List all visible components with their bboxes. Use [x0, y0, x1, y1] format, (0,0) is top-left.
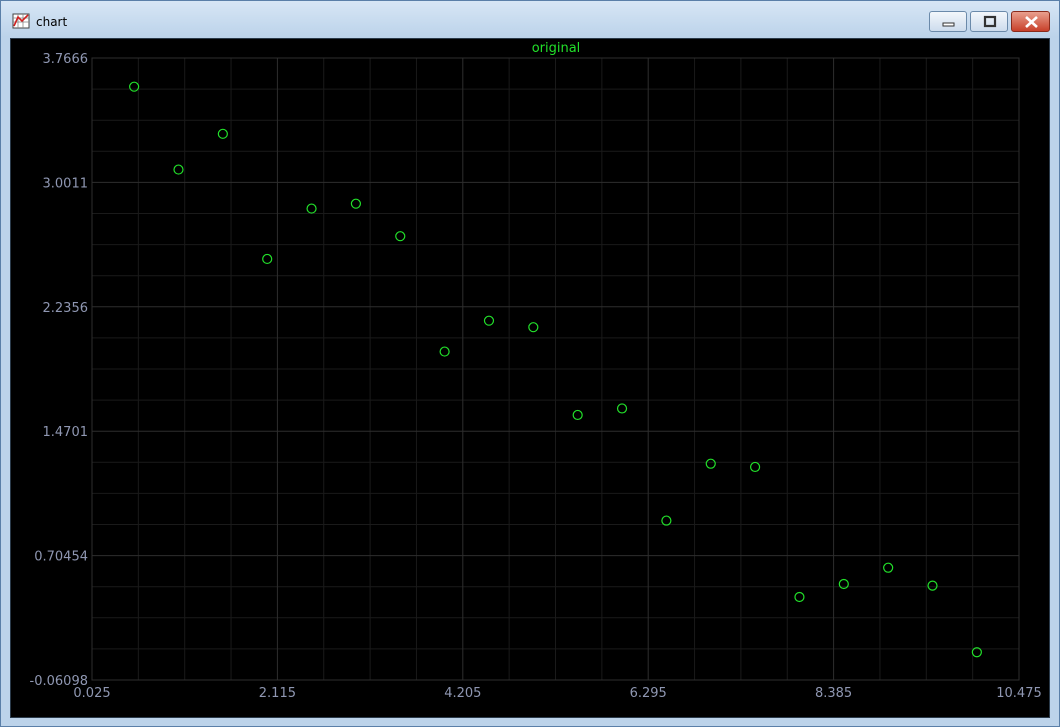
window-title: chart: [36, 15, 68, 29]
y-tick-label: 2.2356: [43, 301, 89, 316]
data-point: [350, 198, 362, 209]
x-tick-label: 8.385: [815, 686, 852, 701]
y-tick-label: 3.7666: [43, 52, 89, 67]
data-point: [927, 580, 938, 591]
chart-window: chart original 0.025 2.115 4.205 6.295 8.385…: [0, 0, 1060, 727]
y-axis-ticks: 3.7666 3.0011 2.2356 1.4701 0.70454 -0.06098: [30, 52, 88, 689]
data-point: [661, 515, 672, 526]
data-point: [173, 164, 184, 175]
data-point: [528, 322, 539, 333]
x-axis-ticks: 0.025 2.115 4.205 6.295 8.385 10.475: [73, 686, 1041, 701]
data-point: [794, 591, 805, 603]
data-point: [217, 128, 228, 139]
data-point: [395, 231, 406, 242]
close-button[interactable]: [1011, 11, 1050, 32]
scatter-plot: original 0.025 2.115 4.205 6.295 8.385 10.475…: [30, 41, 1042, 701]
maximize-icon: [983, 15, 997, 28]
x-tick-label: 6.295: [630, 686, 667, 701]
x-tick-label: 10.475: [996, 686, 1042, 701]
x-tick-label: 4.205: [444, 686, 481, 701]
chart-app-icon: [12, 13, 30, 29]
data-point: [306, 203, 317, 214]
close-icon: [1025, 16, 1038, 28]
maximize-button[interactable]: [970, 11, 1008, 32]
data-point: [129, 81, 140, 92]
data-point: [483, 315, 495, 326]
chart-area: original 0.025 2.115 4.205 6.295 8.385 10.475…: [10, 38, 1050, 718]
minimize-button[interactable]: [929, 11, 967, 32]
chart-title: original: [532, 41, 581, 56]
data-point: [262, 253, 273, 265]
y-tick-label: 1.4701: [43, 425, 89, 440]
y-tick-label: 0.70454: [34, 550, 88, 565]
title-bar[interactable]: chart: [1, 1, 1059, 37]
y-tick-label: 3.0011: [43, 176, 89, 191]
data-point: [616, 403, 628, 414]
data-point: [572, 409, 583, 421]
data-point: [749, 461, 761, 473]
y-tick-label: -0.06098: [30, 674, 88, 689]
data-point: [705, 458, 716, 469]
data-point: [883, 562, 894, 573]
x-tick-label: 2.115: [259, 686, 296, 701]
grid: [91, 57, 1020, 681]
data-point: [439, 346, 450, 357]
minimize-icon: [942, 22, 955, 27]
